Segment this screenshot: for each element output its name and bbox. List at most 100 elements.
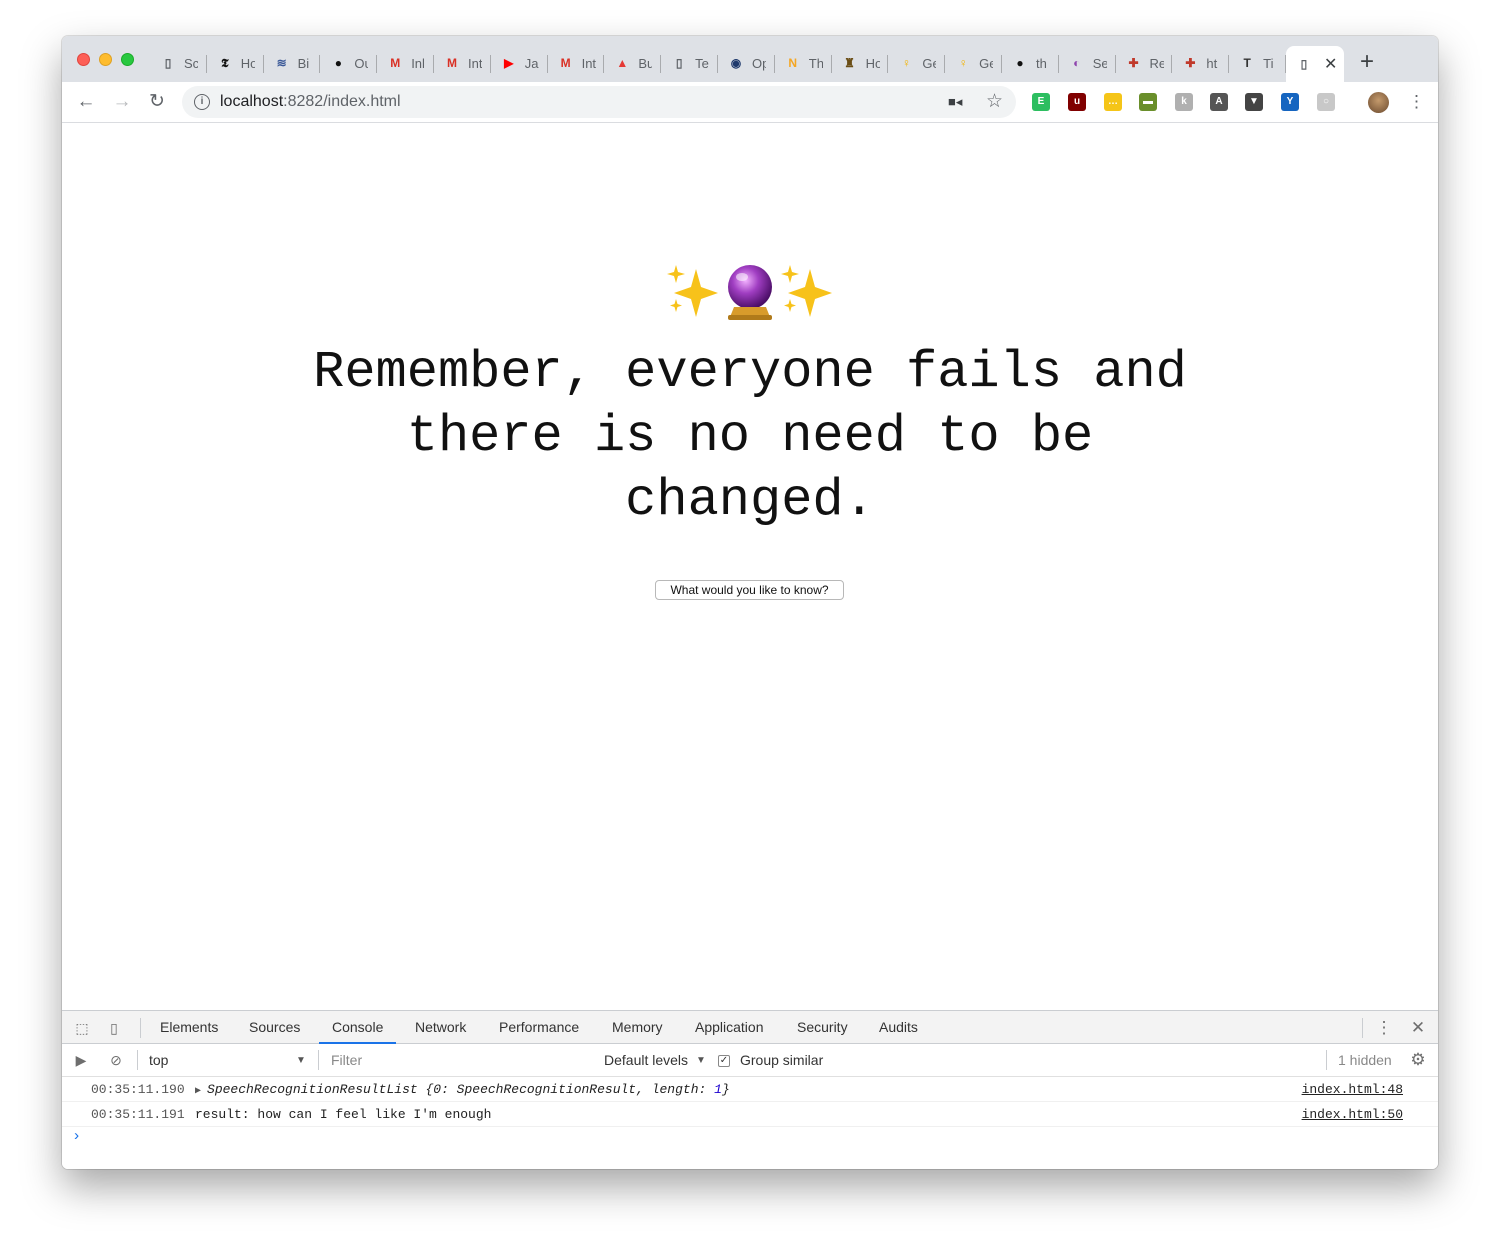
url-host: localhost <box>220 93 284 110</box>
minimize-window-button[interactable] <box>99 53 112 66</box>
divider <box>318 1050 319 1070</box>
url-text[interactable]: localhost:8282/index.html <box>220 93 401 111</box>
console-settings-gear-icon[interactable]: ⚙ <box>1409 1051 1427 1069</box>
tab-title: Ge <box>979 55 994 71</box>
tab-title: Oʋ <box>354 55 369 71</box>
site-info-icon[interactable]: i <box>194 94 210 110</box>
browser-tab[interactable]: ▶ Ja <box>491 46 548 80</box>
log-source-link[interactable]: index.html:48 <box>1302 1077 1403 1102</box>
n-icon: N <box>788 56 798 70</box>
stack-icon: ≋ <box>276 56 287 70</box>
browser-tab[interactable]: M Inl <box>377 46 434 80</box>
browser-tab[interactable]: 𝕿 Ho <box>207 46 264 80</box>
context-selector[interactable]: top <box>149 1044 168 1077</box>
bulb-icon: ♀ <box>958 56 968 70</box>
tab-title: Ho <box>240 55 255 71</box>
console-filter-input[interactable]: Filter <box>324 1049 592 1072</box>
a-extension-icon[interactable]: A <box>1210 93 1228 111</box>
tab-title: Se <box>1092 55 1107 71</box>
maximize-window-button[interactable] <box>121 53 134 66</box>
group-similar-checkbox[interactable]: ✓ <box>718 1055 730 1067</box>
browser-tab[interactable]: ◉ Op <box>718 46 775 80</box>
browser-tab[interactable]: ♀ Ge <box>888 46 945 80</box>
youtube-icon: ▶ <box>504 56 514 70</box>
tab-title: Ti <box>1263 55 1274 71</box>
web-page: Remember, everyone fails and there is no… <box>62 123 1438 1010</box>
device-toolbar-icon[interactable]: ▯ <box>105 1019 123 1037</box>
devtools-tab-elements[interactable]: Elements <box>160 1011 218 1044</box>
dots-extension-icon[interactable]: … <box>1104 93 1122 111</box>
divider <box>1362 1018 1363 1038</box>
sidebar-toggle-icon[interactable]: ▶ <box>72 1051 90 1069</box>
reload-icon[interactable]: ↻ <box>145 90 169 114</box>
address-bar[interactable]: i localhost:8282/index.html ■◂ ☆ <box>182 86 1016 118</box>
browser-tab[interactable]: ▯ Sc <box>150 46 207 80</box>
tab-title: Re <box>1149 55 1164 71</box>
devtools-tab-bar: ⬚ ▯ Elements Sources Console Network Perform… <box>62 1011 1438 1044</box>
devtools-tab-network[interactable]: Network <box>415 1011 466 1044</box>
profile-avatar[interactable] <box>1368 92 1389 113</box>
tab-title: Op <box>751 55 766 71</box>
ask-question-button[interactable]: What would you like to know? <box>655 580 844 600</box>
browser-tab[interactable]: ● th <box>1002 46 1059 80</box>
browser-tab[interactable]: ♀ Ge <box>945 46 1002 80</box>
log-source-link[interactable]: index.html:50 <box>1302 1102 1403 1127</box>
context-dropdown-icon[interactable]: ▼ <box>296 1044 306 1077</box>
devtools-menu-icon[interactable]: ⋮ <box>1375 1019 1393 1037</box>
hidden-count: 1 hidden <box>1338 1052 1392 1068</box>
cross-icon: ✚ <box>1128 56 1139 70</box>
log-levels-dropdown[interactable]: Default levels <box>604 1044 688 1077</box>
tab-title: Ho <box>865 55 880 71</box>
ublock-icon[interactable]: u <box>1068 93 1086 111</box>
tabs-container: ▯ Sc 𝕿 Ho ≋ Bi ● Oʋ M Inl M Int ▶ Ja M Int ▲ Bu ▯ Te ◉ Op N Th ♜… <box>150 46 1344 82</box>
devtools-tab-memory[interactable]: Memory <box>612 1011 663 1044</box>
active-browser-tab[interactable]: ▯ ✕ <box>1285 46 1344 82</box>
console-prompt-icon[interactable]: › <box>72 1128 81 1145</box>
devtools-tab-console[interactable]: Console <box>319 1011 397 1044</box>
browser-tab[interactable]: M Int <box>548 46 605 80</box>
y-extension-icon[interactable]: Y <box>1281 93 1299 111</box>
circle-extension-icon[interactable]: ○ <box>1317 93 1335 111</box>
browser-tab[interactable]: N Th <box>775 46 832 80</box>
inspect-element-icon[interactable]: ⬚ <box>73 1019 91 1037</box>
forward-arrow-icon[interactable]: → <box>110 90 134 114</box>
close-tab-icon[interactable]: ✕ <box>1324 54 1337 74</box>
devtools-tab-audits[interactable]: Audits <box>879 1011 918 1044</box>
browser-tab[interactable]: M Int <box>434 46 491 80</box>
expand-triangle-icon[interactable]: ▶ <box>195 1086 207 1097</box>
browser-tab[interactable]: ◐ Se <box>1059 46 1116 80</box>
browser-tab[interactable]: ● Oʋ <box>320 46 377 80</box>
close-devtools-icon[interactable]: ✕ <box>1409 1019 1427 1037</box>
sparkles-crystal-ball-emoji <box>62 263 1438 327</box>
grass-extension-icon[interactable]: ▬ <box>1139 93 1157 111</box>
browser-tab[interactable]: ▯ Te <box>661 46 718 80</box>
bookmark-extension-icon[interactable]: ▼ <box>1245 93 1263 111</box>
browser-tab[interactable]: ♜ Ho <box>832 46 889 80</box>
new-tab-plus-icon[interactable]: + <box>1355 48 1379 76</box>
devtools-tab-security[interactable]: Security <box>797 1011 848 1044</box>
devtools-tab-performance[interactable]: Performance <box>499 1011 579 1044</box>
log-message[interactable]: ▶ SpeechRecognitionResultList {0: Speech… <box>195 1077 730 1104</box>
browser-tab[interactable]: ✚ Re <box>1116 46 1173 80</box>
chrome-menu-icon[interactable]: ⋮ <box>1408 91 1425 113</box>
devtools-tab-sources[interactable]: Sources <box>249 1011 300 1044</box>
log-message: result: how can I feel like I'm enough <box>195 1107 492 1122</box>
browser-tab[interactable]: ✚ ht <box>1172 46 1229 80</box>
camera-icon[interactable]: ■◂ <box>948 94 962 110</box>
kanji-extension-icon[interactable]: k <box>1175 93 1193 111</box>
devtools-tab-application[interactable]: Application <box>695 1011 764 1044</box>
log-timestamp: 00:35:11.190 <box>91 1082 185 1097</box>
bookmark-star-icon[interactable]: ☆ <box>986 90 1003 113</box>
browser-tab[interactable]: T Ti <box>1229 46 1286 80</box>
bulb-icon: ♀ <box>901 56 911 70</box>
levels-dropdown-icon[interactable]: ▼ <box>696 1044 706 1077</box>
browser-tab[interactable]: ≋ Bi <box>264 46 321 80</box>
tab-title: ht <box>1206 55 1218 71</box>
clear-console-icon[interactable]: ⊘ <box>107 1051 125 1069</box>
back-arrow-icon[interactable]: ← <box>74 90 98 114</box>
evernote-icon[interactable]: E <box>1032 93 1050 111</box>
quote-text: Remember, everyone fails and there is no… <box>313 343 1187 530</box>
close-window-button[interactable] <box>77 53 90 66</box>
browser-tab[interactable]: ▲ Bu <box>604 46 661 80</box>
circle-icon: ◉ <box>730 56 742 70</box>
